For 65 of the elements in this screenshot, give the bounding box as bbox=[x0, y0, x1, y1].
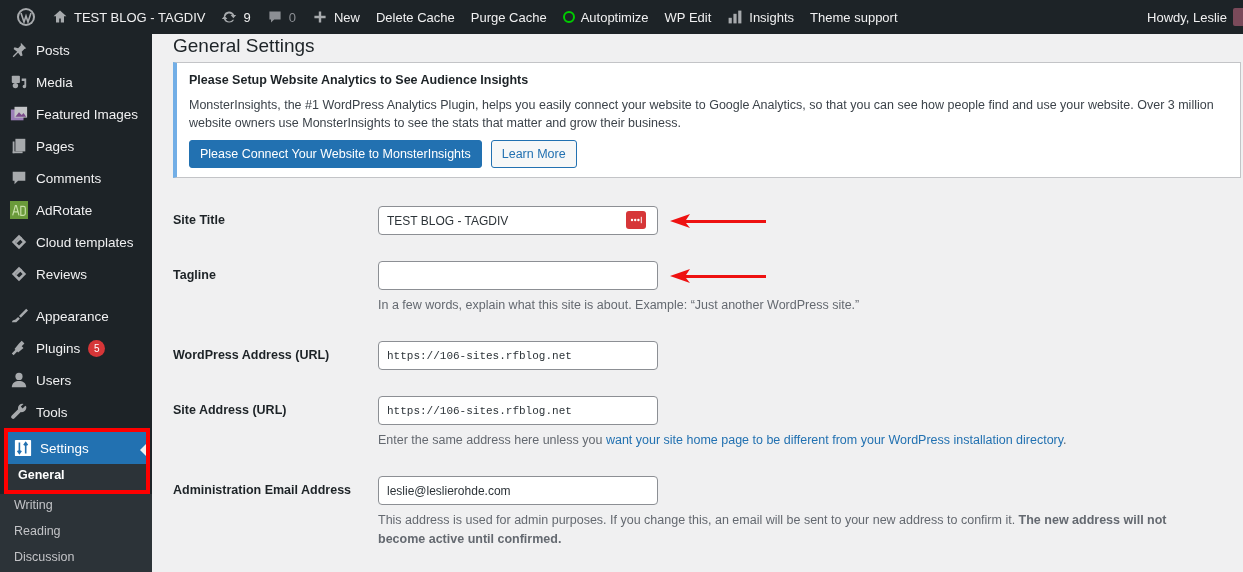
account-link[interactable]: Howdy, Leslie bbox=[1147, 9, 1227, 25]
plus-icon[interactable] bbox=[311, 9, 328, 25]
field-description: Enter the same address here unless you want your site home page to be different from your WordPress installation directory. bbox=[378, 432, 1068, 449]
admin-bar-link[interactable]: Insights bbox=[749, 9, 795, 25]
admin-bar-link[interactable]: WP Edit bbox=[656, 9, 720, 25]
pages-icon bbox=[10, 137, 28, 155]
admin-bar-link[interactable]: 9 bbox=[243, 9, 251, 25]
sidebar-label[interactable]: Users bbox=[36, 372, 72, 388]
home-icon[interactable] bbox=[52, 9, 68, 25]
sidebar-label[interactable]: Comments bbox=[36, 170, 102, 186]
sidebar-label[interactable]: Appearance bbox=[36, 308, 109, 324]
admin-bar-link[interactable]: New bbox=[333, 9, 360, 25]
admin-bar-link[interactable]: Autoptimize bbox=[580, 9, 649, 25]
input-field[interactable] bbox=[378, 261, 658, 290]
submenu-item[interactable]: Writing bbox=[0, 494, 152, 520]
wordpress-logo-icon[interactable] bbox=[16, 7, 36, 27]
brush-icon bbox=[10, 307, 28, 325]
input-field[interactable]: https://106-sites.rfblog.net bbox=[378, 396, 658, 425]
settings-icon bbox=[14, 439, 32, 457]
user-icon bbox=[10, 371, 28, 389]
diamond-icon bbox=[10, 265, 28, 283]
sidebar-label[interactable]: Pages bbox=[36, 138, 75, 154]
input-field[interactable]: https://106-sites.rfblog.net bbox=[378, 341, 658, 370]
refresh-icon[interactable] bbox=[221, 9, 238, 25]
field-description: This address is used for admin purposes. If you change this, an email will be sent to your new address to confirm it. The new address will not become active until confirmed. bbox=[378, 512, 1168, 548]
sidebar-item[interactable]: Settings bbox=[8, 432, 146, 464]
field-label: Administration Email Address bbox=[173, 482, 353, 499]
field-label: Tagline bbox=[173, 267, 217, 284]
notice-text: MonsterInsights, the #1 WordPress Analytics Plugin, helps you easily connect your website to Google Analytics, so that you can see how people find and use your website. Over 3 million website owners use MonsterInsights to see the stats that matter and grow their business. bbox=[189, 97, 1215, 132]
field-label: Site Title bbox=[173, 212, 226, 229]
sidebar-label[interactable]: Posts bbox=[36, 42, 70, 58]
comment-icon[interactable] bbox=[266, 9, 283, 25]
admin-bar-link[interactable]: Purge Cache bbox=[462, 9, 555, 25]
submenu-item[interactable]: Discussion bbox=[0, 546, 152, 572]
field-label: Site Address (URL) bbox=[173, 402, 288, 419]
count-badge: 5 bbox=[88, 339, 106, 357]
diamond-icon bbox=[10, 233, 28, 251]
sidebar-label[interactable]: Featured Images bbox=[36, 106, 139, 122]
sidebar-label[interactable]: Cloud templates bbox=[36, 234, 134, 250]
submenu-item[interactable]: General bbox=[8, 464, 146, 490]
admin-bar-link[interactable]: 0 bbox=[288, 9, 296, 25]
input-field[interactable]: leslie@leslierohde.com bbox=[378, 476, 658, 505]
notice-title: Please Setup Website Analytics to See Audience Insights bbox=[189, 73, 530, 87]
admin-bar-link[interactable]: Theme support bbox=[802, 9, 906, 25]
bar-chart-icon[interactable] bbox=[727, 9, 744, 25]
field-description: In a few words, explain what this site is about. Example: “Just another WordPress site.” bbox=[378, 297, 861, 314]
input-field[interactable]: TEST BLOG - TAGDIV bbox=[378, 206, 658, 235]
sidebar-label[interactable]: Plugins bbox=[36, 340, 81, 356]
images-icon bbox=[10, 105, 28, 123]
page-title: General Settings bbox=[173, 34, 316, 58]
ad-icon bbox=[10, 201, 28, 219]
sidebar-label[interactable]: AdRotate bbox=[36, 202, 93, 218]
sidebar-label[interactable]: Tools bbox=[36, 404, 68, 420]
learn-more-button[interactable]: Learn More bbox=[490, 140, 577, 168]
submenu-item[interactable]: Reading bbox=[0, 520, 152, 546]
admin-bar-link[interactable]: TEST BLOG - TAGDIV bbox=[74, 9, 206, 25]
password-manager-icon[interactable] bbox=[626, 211, 646, 229]
pin-icon bbox=[10, 41, 28, 59]
sidebar-label[interactable]: Media bbox=[36, 74, 73, 90]
field-label: WordPress Address (URL) bbox=[173, 347, 331, 364]
sidebar-label[interactable]: Reviews bbox=[36, 266, 87, 282]
media-icon bbox=[10, 73, 28, 91]
admin-bar-link[interactable]: Delete Cache bbox=[367, 9, 463, 25]
wrench-icon bbox=[10, 403, 28, 421]
connect-button[interactable]: Please Connect Your Website to MonsterInsights bbox=[189, 140, 482, 168]
